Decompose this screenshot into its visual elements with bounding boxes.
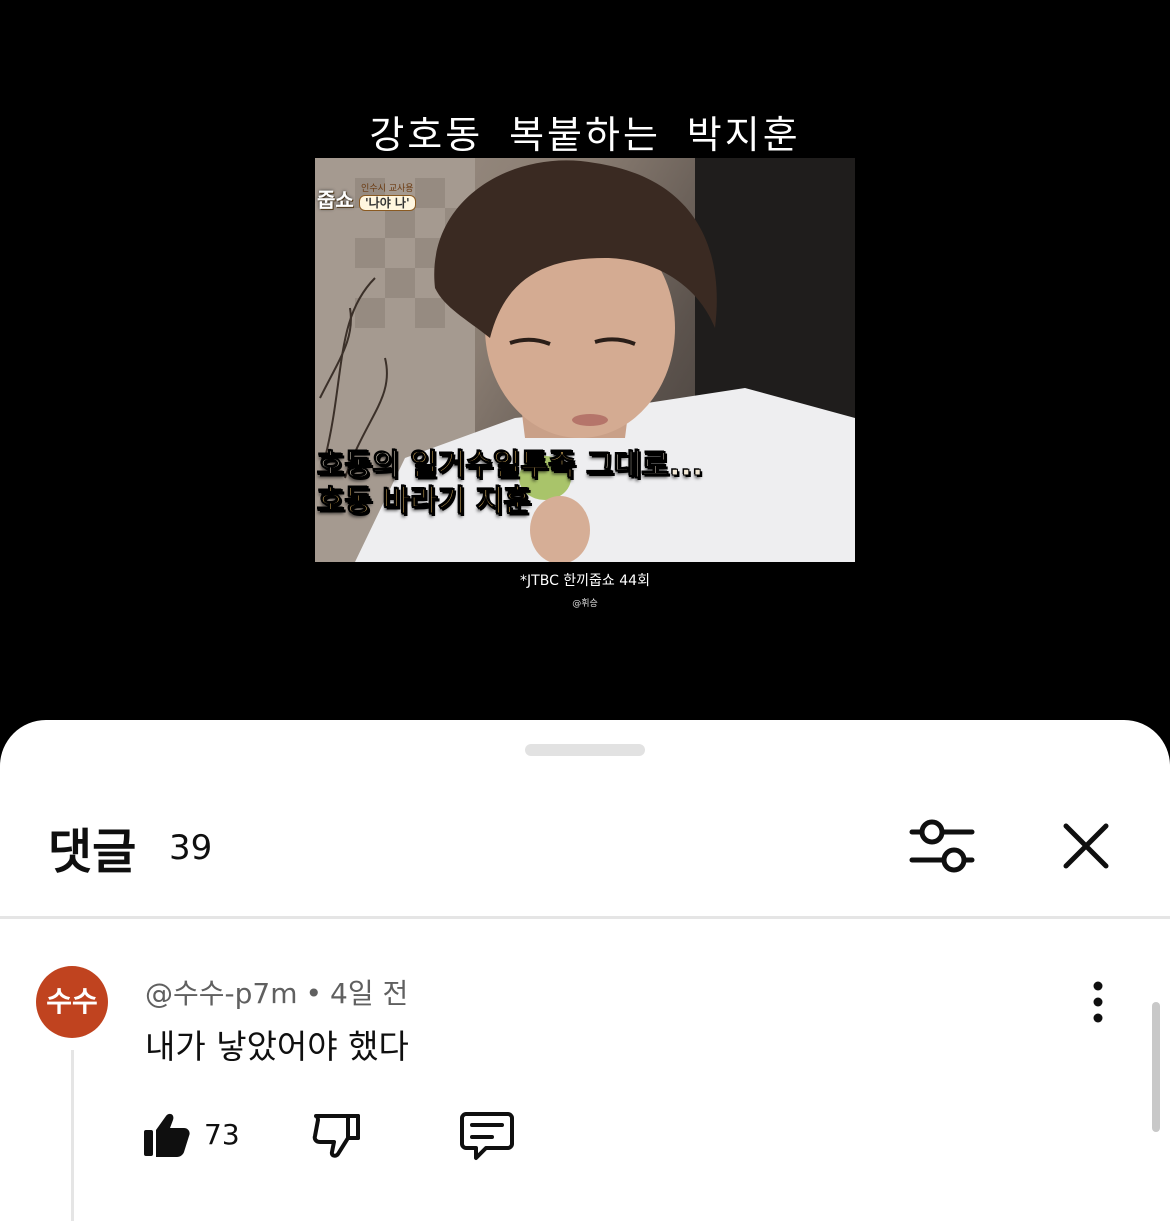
video-title-overlay: 강호동 복붙하는 박지훈 bbox=[369, 113, 801, 157]
comments-sheet: 댓글 39 수수 @수수-p7m • 4일 전 내가 낳았어야 했다 73 bbox=[0, 720, 1170, 1221]
subtitle-part-a: 호동의 bbox=[316, 448, 411, 484]
subtitle-line-2: 호동 바라기 지훈 bbox=[316, 484, 532, 520]
reply-icon bbox=[460, 1112, 514, 1160]
thread-line bbox=[71, 1050, 74, 1221]
comments-title: 댓글 bbox=[48, 824, 137, 880]
drag-handle[interactable] bbox=[525, 744, 645, 756]
sort-filter-button[interactable] bbox=[908, 816, 976, 876]
comment-text: 내가 낳았어야 했다 bbox=[145, 1027, 409, 1066]
episode-tag-small: 인수시 교사용 bbox=[361, 184, 414, 194]
thumbs-up-icon bbox=[144, 1113, 190, 1157]
reply-button[interactable] bbox=[460, 1110, 514, 1162]
subtitle-part-c: 그대로... bbox=[575, 448, 704, 484]
meta-separator: • bbox=[305, 977, 323, 1010]
video-frame[interactable]: 줍쇼 인수시 교사용 '나야 나' 호동의 일거수일투족 그대로... 호동 바… bbox=[315, 158, 855, 562]
video-player[interactable]: 강호동 복붙하는 박지훈 줍쇼 인수시 교사용 '나야 나' 호동의 일거수일투… bbox=[0, 0, 1170, 740]
avatar[interactable]: 수수 bbox=[36, 966, 108, 1038]
scrollbar[interactable] bbox=[1152, 1002, 1160, 1132]
subtitle-line-1: 호동의 일거수일투족 그대로... bbox=[316, 448, 704, 484]
more-vert-icon bbox=[1093, 981, 1103, 1023]
sliders-icon bbox=[909, 819, 975, 873]
episode-tag: 인수시 교사용 '나야 나' bbox=[359, 184, 416, 212]
header-divider bbox=[0, 916, 1170, 919]
comment-meta: @수수-p7m • 4일 전 bbox=[145, 972, 408, 1012]
dislike-button[interactable] bbox=[312, 1110, 362, 1160]
comment-more-button[interactable] bbox=[1080, 980, 1116, 1024]
close-button[interactable] bbox=[1056, 816, 1116, 876]
show-logo: 줍쇼 bbox=[317, 188, 354, 212]
credit-caption: @휘승 bbox=[572, 599, 598, 609]
comment-time: 4일 전 bbox=[330, 977, 409, 1010]
source-caption: *JTBC 한끼줍쇼 44회 bbox=[520, 573, 650, 589]
thumbs-down-icon bbox=[312, 1114, 360, 1158]
like-count: 73 bbox=[204, 1118, 240, 1151]
comment-author[interactable]: @수수-p7m bbox=[145, 977, 298, 1010]
subtitle-part-b: 일거수일투족 bbox=[410, 448, 577, 484]
comments-count: 39 bbox=[169, 828, 213, 868]
close-icon bbox=[1063, 823, 1109, 869]
episode-tag-main: '나야 나' bbox=[359, 194, 416, 212]
like-button[interactable] bbox=[142, 1110, 192, 1160]
